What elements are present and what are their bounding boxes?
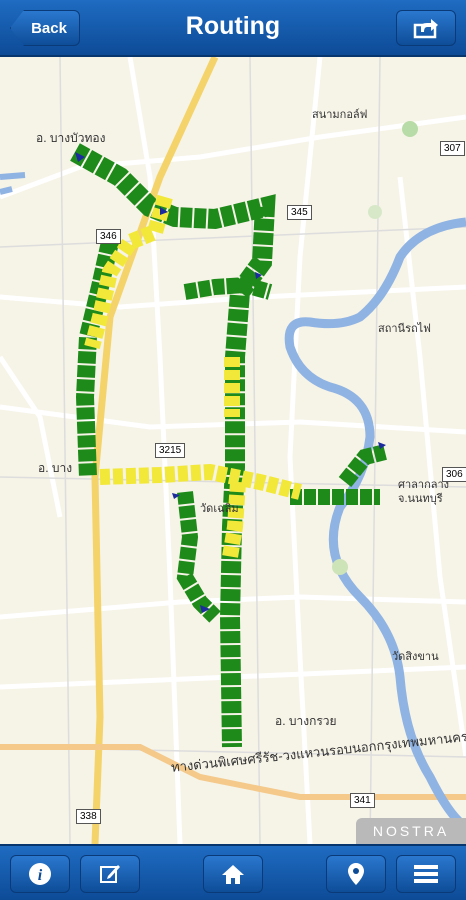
label-nonthaburi: จ.นนทบุรี xyxy=(398,493,443,505)
top-bar: Back Routing xyxy=(0,0,466,57)
label-right-mid-place: สถานีรถไฟ xyxy=(378,323,431,335)
edit-button[interactable] xyxy=(80,855,140,893)
shield-3215: 3215 xyxy=(155,443,186,458)
info-icon: i xyxy=(29,863,51,885)
svg-text:i: i xyxy=(38,867,43,884)
label-bang-yai: อ. บาง xyxy=(38,461,73,475)
route-path xyxy=(70,143,387,748)
label-bang-bua-thong: อ. บางบัวทอง xyxy=(36,131,106,145)
label-wat-chalerm: วัดเฉลิม xyxy=(200,503,239,515)
shield-346: 346 xyxy=(96,229,121,244)
location-pin-icon xyxy=(348,863,364,885)
label-bang-kruai: อ. บางกรวย xyxy=(275,714,337,728)
nostra-watermark: NOSTRA xyxy=(356,818,466,844)
shield-306: 306 xyxy=(442,467,466,482)
label-wat-sikharan: วัดสิงขาน xyxy=(392,651,439,663)
route-map[interactable]: อ. บางบัวทอง อ. บาง อ. บางกรวย ศาลากลาง … xyxy=(0,57,466,844)
share-button[interactable] xyxy=(396,10,456,46)
bottom-toolbar: i xyxy=(0,844,466,900)
share-icon xyxy=(413,19,438,39)
shield-307: 307 xyxy=(440,141,465,156)
edit-icon xyxy=(100,865,120,883)
location-button[interactable] xyxy=(326,855,386,893)
label-top-right-place: สนามกอล์ฟ xyxy=(312,109,368,121)
shield-341: 341 xyxy=(350,793,375,808)
home-button[interactable] xyxy=(203,855,263,893)
shield-345: 345 xyxy=(287,205,312,220)
list-button[interactable] xyxy=(396,855,456,893)
map-canvas xyxy=(0,57,466,844)
home-icon xyxy=(222,865,244,884)
shield-338: 338 xyxy=(76,809,101,824)
list-icon xyxy=(414,865,438,883)
info-button[interactable]: i xyxy=(10,855,70,893)
